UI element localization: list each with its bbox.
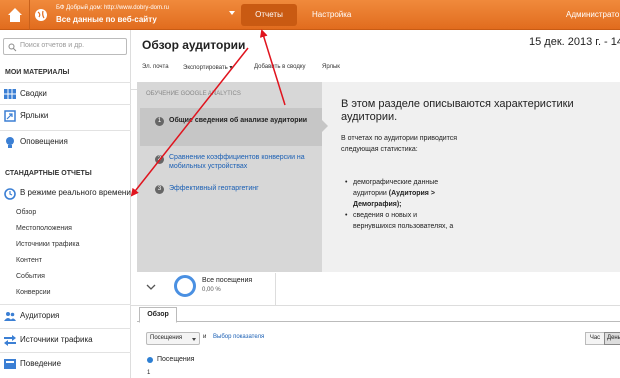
tab-overview[interactable]: Обзор [139,307,177,323]
legend-marker [147,357,153,363]
account-selector[interactable] [30,0,52,30]
chevron-down-icon[interactable] [146,283,156,291]
bullet-item: демографические данные аудитории (Аудито… [345,177,455,210]
lesson-2[interactable]: Сравнение коэффициентов конверсии на моб… [169,153,314,171]
view-name[interactable]: Все данные по веб-сайту [56,15,157,24]
and-label: и [203,334,207,340]
select-metric-link[interactable]: Выбор показателя [213,334,264,340]
sidebar-item-shortcuts[interactable]: Ярлыки [0,104,131,126]
sidebar-item-audience[interactable]: Аудитория [0,304,131,326]
globe-icon [35,9,47,21]
step-number: 2 [155,155,164,164]
tab-admin[interactable]: Администрато [566,4,619,26]
export-button[interactable]: Экспортировать ▾ [183,64,232,71]
daily-button[interactable]: День [604,332,620,345]
sidebar-subitem-locations[interactable]: Местоположения [16,225,72,232]
search-input[interactable]: Поиск отчетов и др. [3,38,127,55]
email-button[interactable]: Эл. почта [142,64,169,70]
sidebar-subitem-events[interactable]: События [16,273,45,280]
search-placeholder: Поиск отчетов и др. [20,42,85,49]
metric-select[interactable]: Посещения [146,332,200,345]
active-lesson-pointer [322,120,328,132]
add-to-dashboard-button[interactable]: Добавить в сводку [254,64,306,70]
home-icon [8,8,22,22]
active-lesson-highlight [140,108,322,146]
behavior-icon [4,359,16,369]
step-number: 3 [155,185,164,194]
sidebar-item-behavior[interactable]: Поведение [0,352,131,374]
dashboard-icon [4,89,16,99]
sidebar-item-realtime[interactable]: В режиме реального времени [0,185,131,203]
shortcut-button[interactable]: Ярлык [322,64,340,70]
lesson-1[interactable]: Общие сведения об анализе аудитории [169,116,314,125]
sidebar-item-label: Ярлыки [20,111,49,120]
lesson-3[interactable]: Эффективный геотаргетинг [169,184,314,193]
segment-ring-icon [174,275,196,297]
traffic-arrows-icon [4,335,16,346]
step-number: 1 [155,117,164,126]
search-icon [8,43,17,52]
bullet-item: сведения о новых и вернувшихся пользоват… [345,210,455,232]
date-range-picker[interactable]: 15 дек. 2013 г. - 14 [529,36,620,48]
segment-percent: 0,00 % [202,287,221,293]
sidebar-item-label: Поведение [20,359,62,368]
sidebar-subitem-traffic-sources[interactable]: Источники трафика [16,241,80,248]
section-standard-reports: СТАНДАРТНЫЕ ОТЧЕТЫ [5,170,92,177]
home-button[interactable] [0,0,30,30]
sidebar-item-label: Источники трафика [20,335,93,344]
metric-select-value: Посещения [150,335,183,341]
lightbulb-icon [6,137,14,148]
chart-axis-label: 1 [147,370,151,376]
divider [275,273,276,305]
sidebar-item-label: Сводки [20,89,47,98]
sidebar-item-alerts[interactable]: Оповещения [0,130,131,152]
clock-icon [4,188,16,200]
hourly-button[interactable]: Час [585,332,605,345]
tab-bar [137,306,620,322]
chevron-down-icon [192,338,196,341]
lesson-bullets: демографические данные аудитории (Аудито… [345,177,455,232]
sidebar-subitem-overview[interactable]: Обзор [16,209,36,216]
lesson-list-heading: ОБУЧЕНИЕ GOOGLE ANALYTICS [146,91,241,97]
section-my-materials: МОИ МАТЕРИАЛЫ [5,69,70,76]
sidebar-subitem-conversions[interactable]: Конверсии [16,289,51,296]
sidebar-item-label: Аудитория [20,311,60,320]
segment-name[interactable]: Все посещения [202,277,252,284]
lesson-title: В этом разделе описываются характеристик… [341,98,574,123]
page-title: Обзор аудитории [142,38,246,52]
lesson-body: В отчетах по аудитории приводится следую… [341,135,458,153]
sidebar-subitem-content[interactable]: Контент [16,257,42,264]
tab-reports[interactable]: Отчеты [241,4,297,26]
sidebar-item-dashboards[interactable]: Сводки [0,82,131,104]
chart-legend: Посещения [157,356,195,363]
tab-settings[interactable]: Настройка [312,4,351,26]
shortcut-icon [4,110,16,122]
sidebar-item-label: В режиме реального времени [20,188,131,197]
property-url: БФ Добрый дом: http://www.dobry-dom.ru [56,5,169,11]
people-icon [4,312,16,321]
sidebar-item-label: Оповещения [20,137,68,146]
chevron-down-icon[interactable] [229,11,235,15]
sidebar-item-traffic-sources[interactable]: Источники трафика [0,328,131,350]
